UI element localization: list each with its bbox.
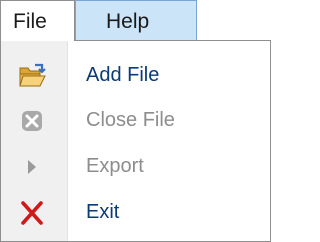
red-x-icon [21, 201, 43, 225]
menu-item-exit[interactable]: Exit [2, 190, 269, 235]
menu-item-label: Export [86, 155, 144, 177]
menu-file[interactable]: File [0, 0, 75, 41]
menu-item-label: Close File [86, 109, 175, 131]
menu-item-close-file[interactable]: Close File [2, 98, 269, 143]
menu-item-add-file[interactable]: Add File [2, 53, 269, 98]
folder-open-icon [19, 63, 46, 87]
menu-item-export[interactable]: Export [2, 144, 269, 189]
file-dropdown-menu: Add File Close File Export Exit [0, 40, 271, 242]
menu-item-label: Add File [86, 64, 160, 86]
close-file-icon [22, 111, 42, 131]
play-arrow-icon [28, 160, 36, 174]
menu-help[interactable]: Help [75, 0, 197, 41]
menu-item-label: Exit [86, 201, 120, 223]
menu-bar: File Help [0, 0, 271, 41]
